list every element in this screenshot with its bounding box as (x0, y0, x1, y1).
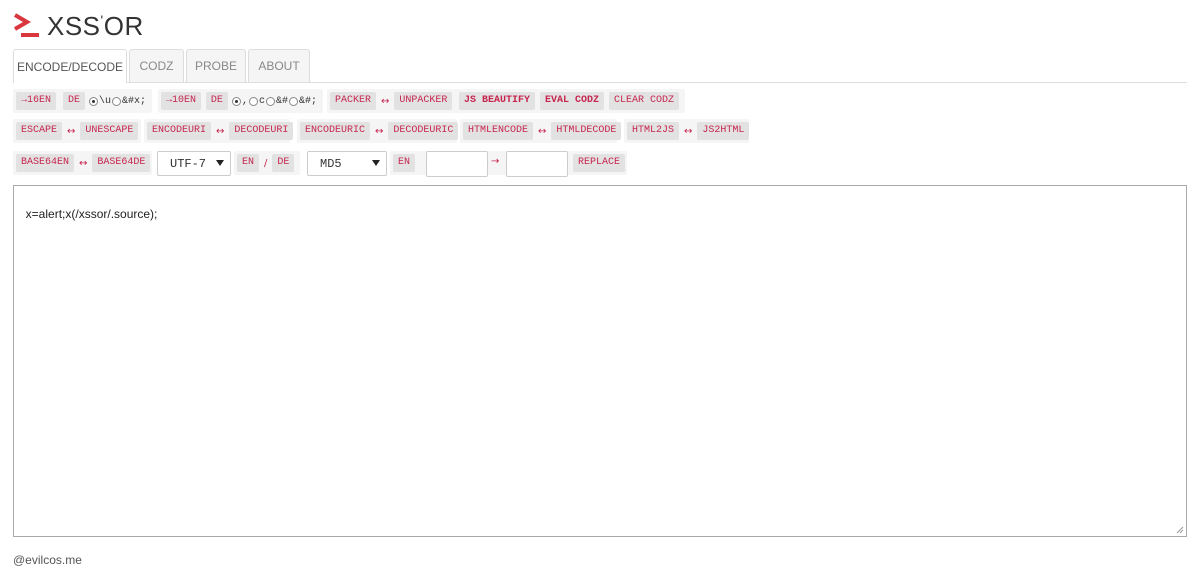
htmlencode-group: HTMLENCODE ↔ HTMLDECODE (460, 119, 622, 143)
app-title: XSS'OR (47, 10, 144, 41)
htmlencode-button[interactable]: HTMLENCODE (463, 122, 534, 140)
base64-encode-button[interactable]: BASE64EN (16, 154, 75, 172)
tab-about[interactable]: ABOUT (248, 49, 310, 82)
decodeuric-button[interactable]: DECODEURIC (388, 122, 459, 140)
replace-input[interactable] (506, 151, 568, 177)
bidirectional-arrow-icon: ↔ (381, 95, 390, 107)
charset-decode-button[interactable]: DE (272, 154, 295, 172)
radio-c[interactable] (248, 96, 258, 106)
bidirectional-arrow-icon: ↔ (538, 125, 547, 137)
encodeuric-button[interactable]: ENCODEURIC (300, 122, 371, 140)
htmldecode-button[interactable]: HTMLDECODE (551, 122, 622, 140)
find-input[interactable] (426, 151, 488, 177)
radio-dec-entity-semicolon[interactable] (288, 96, 298, 106)
footer-credit: @evilcos.me (13, 553, 82, 567)
chevron-down-icon (216, 160, 224, 166)
radio-dec-entity[interactable] (265, 96, 275, 106)
escape-button[interactable]: ESCAPE (16, 122, 63, 140)
encodeuri-group: ENCODEURI ↔ DECODEURI (144, 119, 294, 143)
base64-group: BASE64EN ↔ BASE64DE (13, 151, 152, 175)
tab-encode-decode[interactable]: ENCODE/DECODE (13, 49, 127, 83)
bidirectional-arrow-icon: ↔ (67, 125, 76, 137)
unpacker-button[interactable]: UNPACKER (394, 92, 453, 110)
charset-encode-button[interactable]: EN (237, 154, 260, 172)
eval-codz-button[interactable]: EVAL CODZ (540, 92, 605, 110)
utility-group: JS BEAUTIFY EVAL CODZ CLEAR CODZ (456, 89, 685, 113)
slash-separator: / (264, 157, 268, 169)
bidirectional-arrow-icon: ↔ (684, 125, 693, 137)
dec-format-radios: , c &# &#; (231, 96, 317, 107)
dec-encode-group: →10EN DE , c &# &#; (158, 89, 323, 113)
encodeuri-button[interactable]: ENCODEURI (147, 122, 212, 140)
dec-encode-button[interactable]: →10EN (161, 92, 202, 110)
encodeuric-group: ENCODEURIC ↔ DECODEURIC (297, 119, 459, 143)
bidirectional-arrow-icon: ↔ (216, 125, 225, 137)
packer-group: PACKER ↔ UNPACKER (327, 89, 462, 113)
hash-encode-button[interactable]: EN (393, 154, 416, 172)
decodeuri-button[interactable]: DECODEURI (229, 122, 294, 140)
js-beautify-button[interactable]: JS BEAUTIFY (459, 92, 536, 110)
js2html-button[interactable]: JS2HTML (697, 122, 750, 140)
radio-unicode[interactable] (88, 96, 98, 106)
replace-button[interactable]: REPLACE (573, 154, 626, 172)
resize-handle-icon[interactable] (1176, 526, 1184, 534)
editor-content: x=alert;x(/xssor/.source); (25, 207, 158, 221)
base64-decode-button[interactable]: BASE64DE (92, 154, 151, 172)
right-arrow-icon: → (491, 156, 500, 167)
clear-codz-button[interactable]: CLEAR CODZ (609, 92, 680, 110)
charset-select[interactable]: UTF-7 (157, 151, 231, 176)
charset-convert-group: EN / DE (234, 151, 300, 175)
terminal-prompt-icon (13, 11, 41, 41)
bidirectional-arrow-icon: ↔ (375, 125, 384, 137)
hex-format-radios: \u &#x; (88, 96, 146, 107)
tab-probe[interactable]: PROBE (186, 49, 246, 82)
tab-codz[interactable]: CODZ (129, 49, 184, 82)
radio-comma[interactable] (231, 96, 241, 106)
radio-hex-entity[interactable] (111, 96, 121, 106)
hex-decode-button[interactable]: DE (62, 92, 85, 110)
tab-bar: ENCODE/DECODE CODZ PROBE ABOUT (13, 49, 1187, 83)
escape-group: ESCAPE ↔ UNESCAPE (13, 119, 141, 143)
code-editor-textarea[interactable]: x=alert;x(/xssor/.source); (13, 185, 1187, 537)
bidirectional-arrow-icon: ↔ (79, 157, 88, 169)
dec-decode-button[interactable]: DE (205, 92, 228, 110)
app-header: XSS'OR (13, 8, 144, 44)
chevron-down-icon (372, 160, 380, 166)
toolbar-row-3: BASE64EN ↔ BASE64DE UTF-7 EN / DE MD5 EN… (13, 151, 633, 177)
hex-encode-group: →16EN DE \u &#x; (13, 89, 152, 113)
hex-encode-button[interactable]: →16EN (16, 92, 57, 110)
packer-button[interactable]: PACKER (330, 92, 377, 110)
html2js-button[interactable]: HTML2JS (627, 122, 680, 140)
unescape-button[interactable]: UNESCAPE (80, 122, 139, 140)
hash-select[interactable]: MD5 (307, 151, 387, 176)
hash-group: EN (390, 151, 422, 175)
html2js-group: HTML2JS ↔ JS2HTML (624, 119, 750, 143)
